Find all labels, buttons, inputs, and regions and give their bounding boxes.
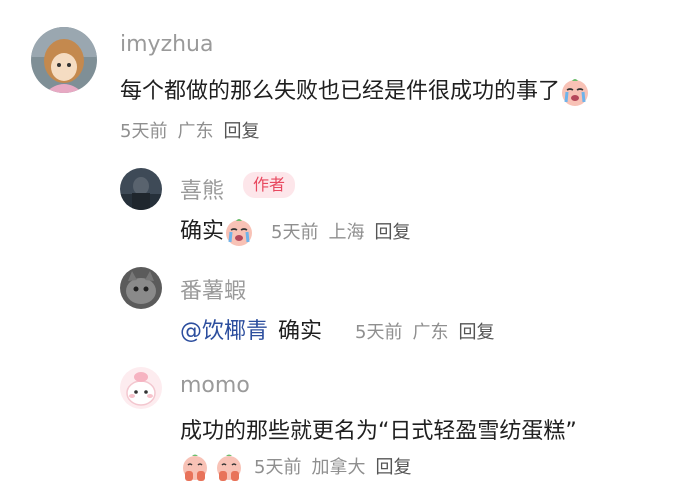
reply-button[interactable]: 回复 [374,222,410,243]
reply-time: 5天前 [254,457,302,478]
reply-text: 确实 [180,213,254,247]
comment-text: 每个都做的那么失败也已经是件很成功的事了 [120,73,590,107]
reply-location: 加拿大 [311,457,366,478]
reply-button[interactable]: 回复 [458,322,494,343]
reply-body: 确实 [180,219,225,244]
reply-username[interactable]: momo [180,373,250,398]
reply-time: 5天前 [355,322,403,343]
reply-username[interactable]: 喜熊 [180,173,224,205]
crying-face-emoji-icon [224,217,254,247]
reply-body: 确实 [278,319,323,344]
reply-text: 成功的那些就更名为“日式轻盈雪纺蛋糕” [180,419,577,444]
reply-text: @饮椰青 确实 [180,313,322,345]
reply-meta: 5天前 上海 回复 [271,218,410,244]
comment-location: 广东 [177,121,214,142]
reply-location: 广东 [412,322,449,343]
praying-face-emoji-icon [214,453,244,483]
comment-time: 5天前 [120,121,168,142]
avatar[interactable] [120,168,162,210]
reply-button[interactable]: 回复 [375,457,411,478]
reply-meta: 5天前 加拿大 回复 [180,453,411,483]
author-badge: 作者 [243,172,296,198]
comment-username[interactable]: imyzhua [120,32,213,57]
avatar[interactable] [120,367,162,409]
reply-time: 5天前 [271,222,319,243]
reply-location: 上海 [328,222,365,243]
praying-face-emoji-icon [180,453,210,483]
avatar[interactable] [120,267,162,309]
reply-username[interactable]: 番薯蝦 [180,273,246,305]
reply-button[interactable]: 回复 [223,121,259,142]
comment-meta: 5天前 广东 回复 [120,117,259,143]
crying-face-emoji-icon [560,77,590,107]
mention-link[interactable]: @饮椰青 [180,319,268,344]
comment-body: 每个都做的那么失败也已经是件很成功的事了 [120,79,561,104]
reply-meta: 5天前 广东 回复 [355,318,494,344]
avatar[interactable] [31,27,97,93]
